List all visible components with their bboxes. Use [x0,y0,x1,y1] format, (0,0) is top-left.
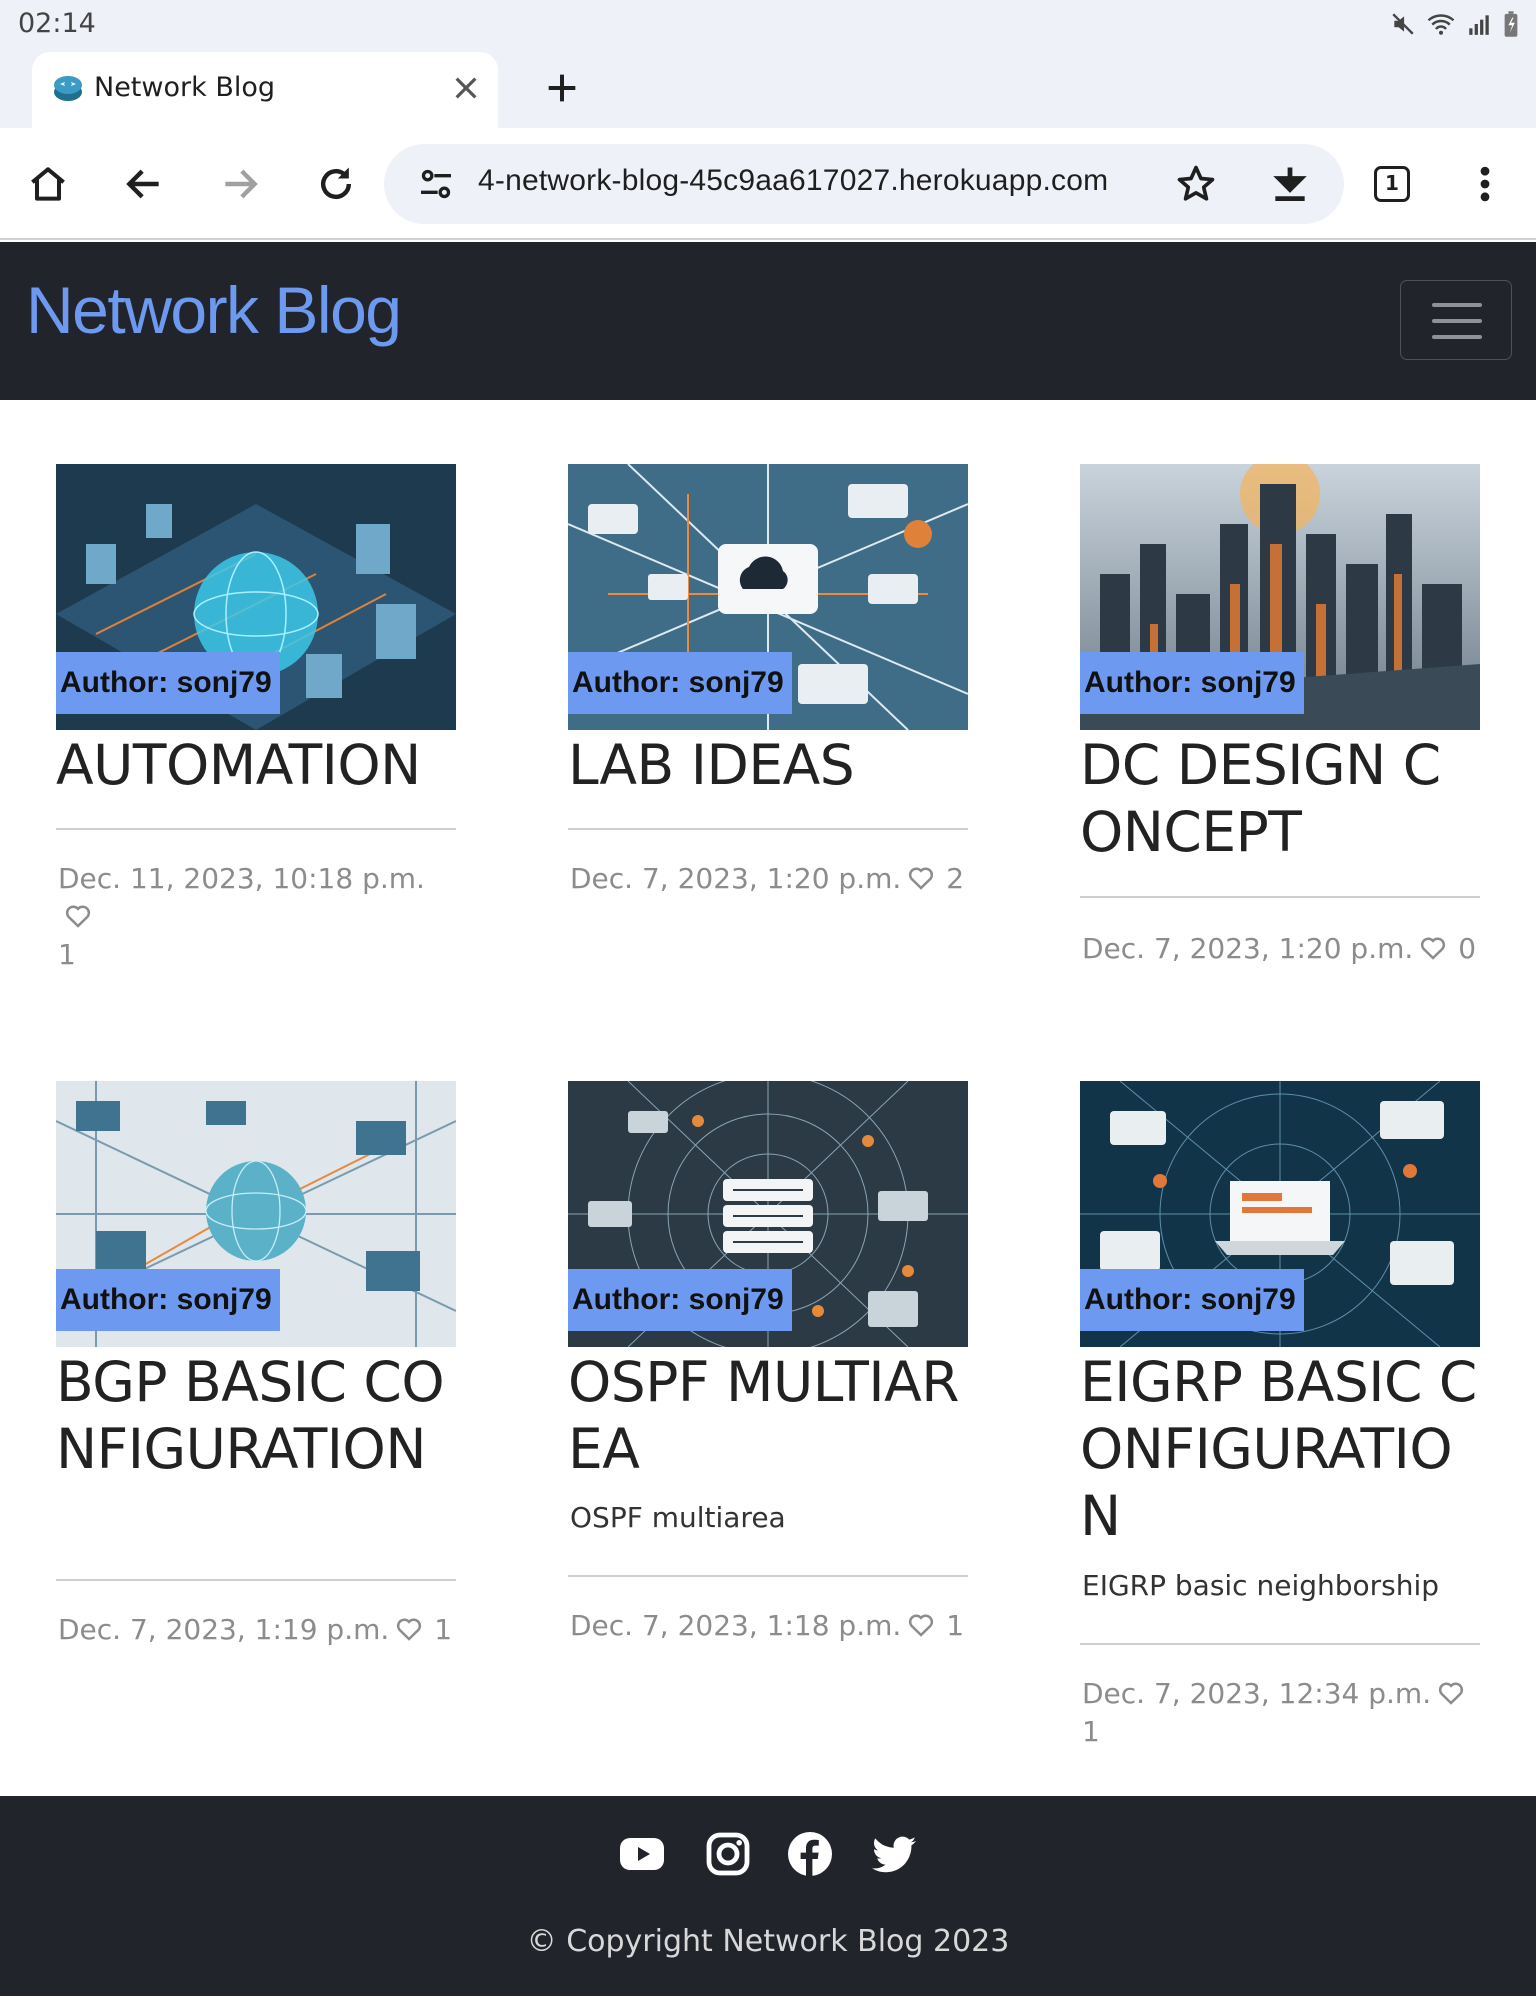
post-image[interactable]: Author: sonj79 [56,464,456,730]
address-bar[interactable]: 4-network-blog-45c9aa617027.herokuapp.co… [384,144,1344,224]
post-excerpt: EIGRP basic neighborship [1082,1569,1440,1602]
post-date: Dec. 7, 2023, 1:19 p.m. [58,1613,390,1646]
author-badge: Author: sonj79 [568,1269,792,1331]
post-title[interactable]: AUTOMATION [56,732,456,799]
youtube-icon[interactable] [618,1830,666,1878]
like-count: 1 [946,1609,965,1642]
navbar-toggler-button[interactable] [1400,280,1512,360]
heart-icon[interactable] [1417,933,1449,963]
home-icon[interactable] [26,162,70,206]
author-badge: Author: sonj79 [1080,652,1304,714]
hamburger-line [1432,335,1482,339]
divider [56,828,456,830]
tab-network-blog[interactable]: Network Blog [32,52,498,128]
heart-icon[interactable] [393,1614,425,1644]
site-navbar: Network Blog [0,242,1536,400]
twitter-icon[interactable] [870,1830,918,1878]
instagram-icon[interactable] [704,1830,752,1878]
like-count: 0 [1458,932,1477,965]
heart-icon[interactable] [905,863,937,893]
post-meta: Dec. 7, 2023, 1:18 p.m. 1 [570,1607,970,1645]
like-count: 1 [1082,1715,1100,1748]
divider [568,828,968,830]
post-image[interactable]: Author: sonj79 [1080,464,1480,730]
wifi-icon [1427,14,1455,35]
like-count: 1 [434,1613,453,1646]
copyright-text: © Copyright Network Blog 2023 [526,1924,1010,1959]
new-tab-icon[interactable] [542,68,582,108]
bookmark-star-icon[interactable] [1174,162,1218,206]
forward-arrow-icon[interactable] [218,162,262,206]
divider [56,1579,456,1581]
author-badge: Author: sonj79 [1080,1269,1304,1331]
post-date: Dec. 11, 2023, 10:18 p.m. [58,862,425,895]
post-date: Dec. 7, 2023, 1:18 p.m. [570,1609,902,1642]
post-meta: Dec. 7, 2023, 1:20 p.m. 2 [570,860,970,898]
post-image[interactable]: Author: sonj79 [568,464,968,730]
post-meta: Dec. 7, 2023, 1:20 p.m. 0 [1082,930,1482,968]
hamburger-line [1432,319,1482,323]
post-image[interactable]: Author: sonj79 [56,1081,456,1347]
post-title[interactable]: LAB IDEAS [568,732,968,799]
brand-link[interactable]: Network Blog [26,272,402,348]
close-tab-icon[interactable] [450,72,482,104]
post-meta: Dec. 7, 2023, 1:19 p.m. 1 [58,1611,458,1649]
post-title[interactable]: BGP BASIC CONFIGURATION [56,1349,456,1483]
post-date: Dec. 7, 2023, 12:34 p.m. [1082,1677,1432,1710]
post-meta: Dec. 7, 2023, 12:34 p.m. 1 [1082,1675,1482,1751]
site-settings-icon[interactable] [416,164,456,204]
divider [568,1575,968,1577]
like-count: 1 [58,938,76,971]
post-title[interactable]: EIGRP BASIC CONFIGURATION [1080,1349,1480,1550]
hamburger-line [1432,303,1482,307]
status-icons [1390,10,1520,38]
url-text[interactable]: 4-network-blog-45c9aa617027.herokuapp.co… [478,164,1108,198]
post-date: Dec. 7, 2023, 1:20 p.m. [570,862,902,895]
signal-icon [1469,15,1489,35]
divider [1080,896,1480,898]
back-arrow-icon[interactable] [122,162,166,206]
post-excerpt: OSPF multiarea [570,1501,786,1534]
heart-icon[interactable] [62,901,94,931]
mute-icon [1392,13,1414,35]
post-date: Dec. 7, 2023, 1:20 p.m. [1082,932,1414,965]
facebook-icon[interactable] [786,1830,834,1878]
heart-icon[interactable] [1435,1678,1467,1708]
author-badge: Author: sonj79 [56,652,280,714]
author-badge: Author: sonj79 [568,652,792,714]
like-count: 2 [946,862,965,895]
post-meta: Dec. 11, 2023, 10:18 p.m. 1 [58,860,454,974]
author-badge: Author: sonj79 [56,1269,280,1331]
router-favicon-icon [54,76,82,101]
download-icon[interactable] [1268,162,1312,206]
divider [1080,1643,1480,1645]
status-time: 02:14 [18,8,96,39]
heart-icon[interactable] [905,1610,937,1640]
tab-switcher-button[interactable]: 1 [1374,166,1410,202]
battery-icon [1504,11,1518,37]
browser-toolbar: 4-network-blog-45c9aa617027.herokuapp.co… [0,128,1536,240]
status-bar: 02:14 [0,0,1536,50]
reload-icon[interactable] [314,162,358,206]
post-image[interactable]: Author: sonj79 [568,1081,968,1347]
tab-title: Network Blog [94,72,275,103]
tab-strip: Network Blog [0,50,1536,128]
post-title[interactable]: DC DESIGN CONCEPT [1080,732,1480,866]
post-image[interactable]: Author: sonj79 [1080,1081,1480,1347]
post-title[interactable]: OSPF MULTIAREA [568,1349,968,1483]
site-footer: © Copyright Network Blog 2023 [0,1796,1536,1996]
more-menu-icon[interactable] [1470,162,1500,206]
